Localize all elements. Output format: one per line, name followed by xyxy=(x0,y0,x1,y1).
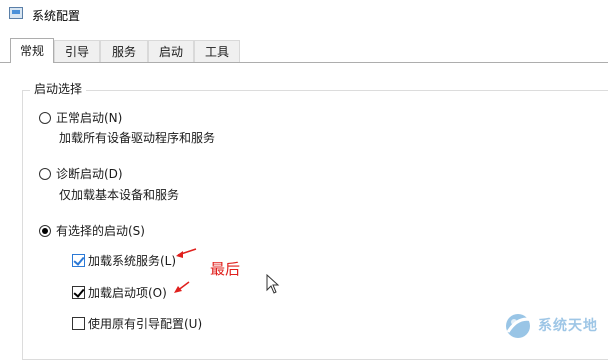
load-system-services-checkbox[interactable]: 加载系统服务(L) xyxy=(72,252,176,269)
tab-general[interactable]: 常规 xyxy=(10,38,54,63)
use-original-boot-config-checkbox[interactable]: 使用原有引导配置(U) xyxy=(72,315,202,332)
diagnostic-startup-radio[interactable]: 诊断启动(D) xyxy=(39,165,123,182)
watermark-logo-icon xyxy=(506,314,533,338)
red-arrow-icon xyxy=(174,281,190,293)
radio-button-selected-icon[interactable] xyxy=(39,224,51,237)
selective-startup-radio[interactable]: 有选择的启动(S) xyxy=(39,222,145,239)
load-startup-items-label: 加载启动项(O) xyxy=(88,286,167,300)
tab-boot[interactable]: 引导 xyxy=(54,40,100,62)
normal-startup-radio[interactable]: 正常启动(N) xyxy=(39,109,122,126)
annotation-text: 最后 xyxy=(210,260,241,278)
watermark-text: 系统天地 xyxy=(538,318,598,334)
checkbox-checked-icon[interactable] xyxy=(72,286,85,299)
checkbox-empty-icon[interactable] xyxy=(72,317,85,330)
general-tab-panel: 启动选择 xyxy=(0,62,608,360)
diagnostic-startup-label: 诊断启动(D) xyxy=(56,167,123,181)
selective-startup-label: 有选择的启动(S) xyxy=(56,224,145,238)
checkbox-checked-icon[interactable] xyxy=(72,254,85,267)
diagnostic-startup-description: 仅加载基本设备和服务 xyxy=(59,188,180,202)
normal-startup-label: 正常启动(N) xyxy=(56,111,123,125)
radio-button-icon[interactable] xyxy=(39,167,51,180)
tab-services[interactable]: 服务 xyxy=(100,40,148,62)
startup-selection-legend: 启动选择 xyxy=(30,80,87,97)
window-title: 系统配置 xyxy=(32,9,81,23)
tab-startup[interactable]: 启动 xyxy=(148,40,194,62)
tab-tools[interactable]: 工具 xyxy=(194,40,240,62)
normal-startup-description: 加载所有设备驱动程序和服务 xyxy=(59,131,216,145)
system-config-icon xyxy=(9,7,23,19)
title-bar: 系统配置 xyxy=(0,0,608,32)
watermark: 系统天地 xyxy=(500,310,598,340)
radio-button-icon[interactable] xyxy=(39,111,51,124)
tab-strip: 常规 引导 服务 启动 工具 xyxy=(0,38,608,63)
mouse-pointer-icon xyxy=(266,274,280,294)
load-startup-items-checkbox[interactable]: 加载启动项(O) xyxy=(72,284,167,301)
load-system-services-label: 加载系统服务(L) xyxy=(88,254,177,268)
red-arrow-icon xyxy=(176,248,197,258)
use-original-boot-config-label: 使用原有引导配置(U) xyxy=(88,317,203,331)
